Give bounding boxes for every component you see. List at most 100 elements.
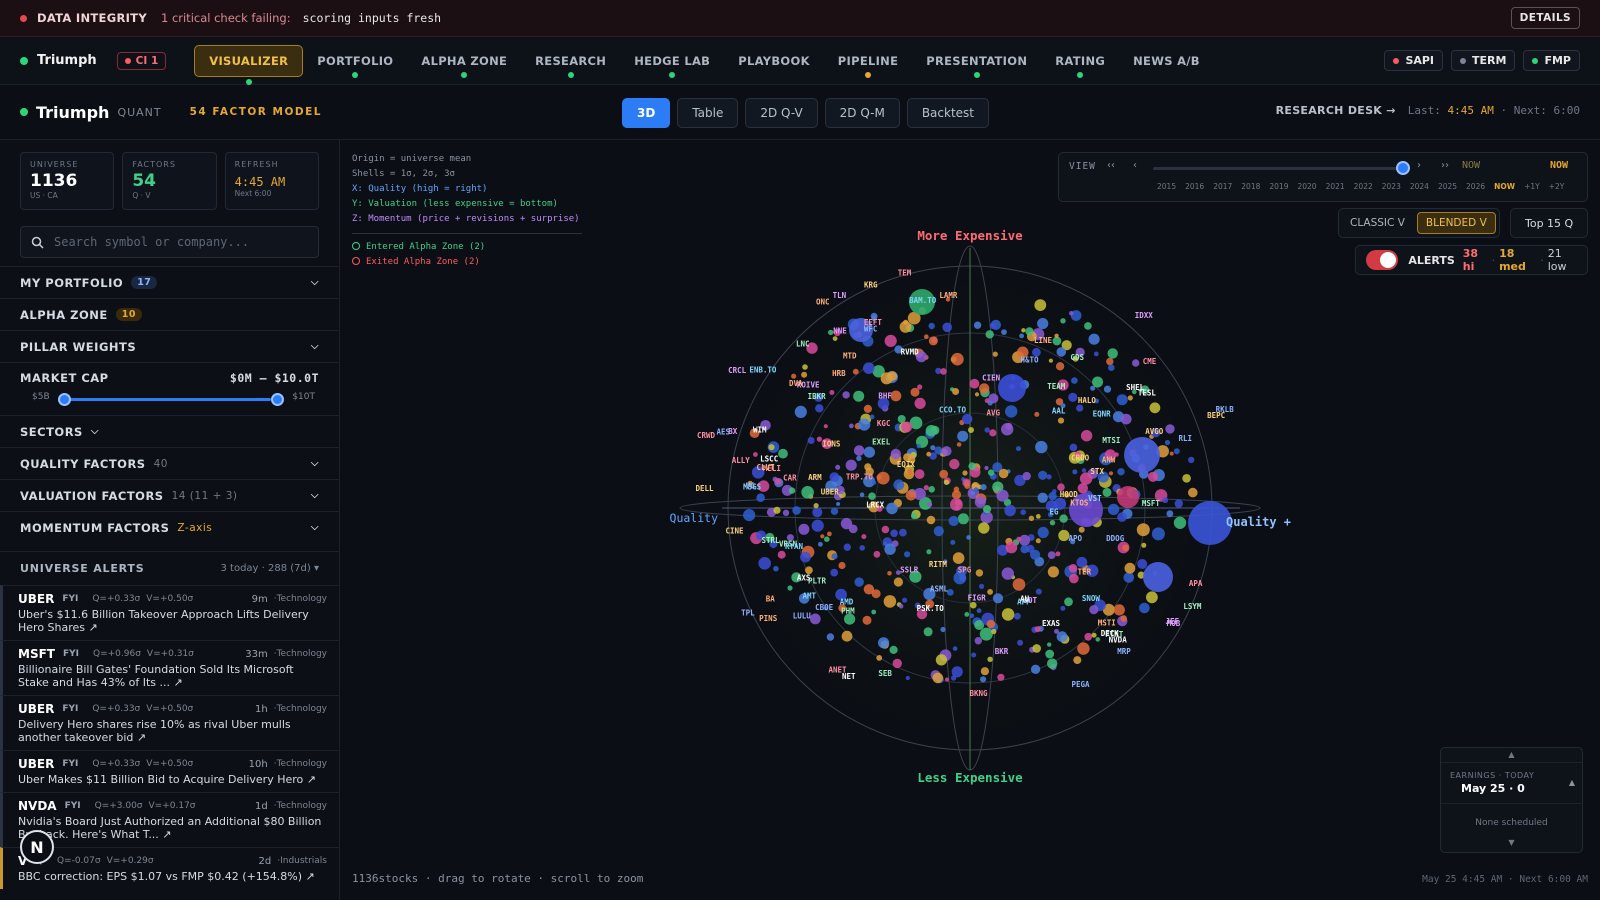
stock-bubble[interactable]	[743, 509, 756, 522]
stock-bubble[interactable]	[957, 513, 969, 525]
stock-bubble[interactable]	[989, 322, 997, 329]
stock-bubble[interactable]	[876, 655, 883, 661]
stock-bubble-large[interactable]	[1124, 437, 1160, 473]
stock-bubble[interactable]	[868, 492, 876, 501]
stock-bubble[interactable]	[1069, 311, 1074, 316]
stock-bubble[interactable]	[856, 455, 862, 461]
view-tab-3d[interactable]: 3D	[622, 98, 671, 128]
stock-bubble[interactable]	[835, 464, 841, 470]
stock-bubble[interactable]	[811, 519, 824, 532]
stock-bubble[interactable]	[974, 392, 980, 397]
stock-bubble[interactable]	[973, 321, 982, 329]
stock-bubble[interactable]	[899, 528, 907, 537]
stock-bubble[interactable]	[838, 561, 846, 570]
stock-bubble[interactable]	[1049, 520, 1056, 526]
stock-bubble[interactable]	[980, 676, 987, 683]
stock-bubble[interactable]	[1188, 456, 1195, 464]
stock-bubble[interactable]	[862, 615, 872, 625]
timeline-year[interactable]: 2026	[1466, 182, 1485, 191]
stock-bubble[interactable]	[758, 557, 771, 570]
stock-bubble[interactable]	[1124, 562, 1136, 574]
slider-track[interactable]	[64, 398, 271, 401]
stock-bubble[interactable]	[901, 421, 913, 433]
stock-bubble[interactable]	[987, 589, 993, 595]
fast-forward-button[interactable]: ››	[1441, 160, 1449, 171]
stock-bubble[interactable]	[753, 452, 758, 457]
stock-bubble[interactable]	[905, 490, 917, 501]
stock-bubble[interactable]	[951, 666, 963, 678]
stock-bubble[interactable]	[824, 536, 830, 542]
stock-bubble[interactable]	[820, 534, 825, 539]
tab-playbook[interactable]: PLAYBOOK	[724, 45, 824, 77]
stock-bubble[interactable]	[841, 630, 853, 642]
stock-bubble[interactable]	[863, 362, 875, 374]
stock-bubble[interactable]	[974, 496, 986, 508]
stock-bubble[interactable]	[1136, 523, 1150, 537]
stock-bubble[interactable]	[1141, 542, 1147, 548]
stock-bubble[interactable]	[1025, 327, 1034, 336]
stock-bubble[interactable]	[907, 468, 913, 475]
stock-bubble[interactable]	[892, 658, 902, 669]
stock-bubble[interactable]	[1081, 468, 1087, 473]
quality-factors-section[interactable]: QUALITY FACTORS 40 ⌵	[0, 447, 339, 479]
stock-bubble[interactable]	[940, 368, 947, 375]
stock-bubble[interactable]	[890, 529, 898, 538]
stock-bubble[interactable]	[794, 405, 807, 418]
ci-badge[interactable]: CI 1	[116, 51, 167, 70]
stock-bubble[interactable]	[1054, 628, 1059, 634]
stock-bubble[interactable]	[1093, 351, 1099, 357]
stock-bubble[interactable]	[1107, 503, 1120, 516]
tab-news-a-b[interactable]: NEWS A/B	[1119, 45, 1214, 77]
top-15-q-button[interactable]: Top 15 Q	[1510, 208, 1589, 238]
stock-bubble[interactable]	[883, 595, 897, 608]
stock-bubble[interactable]	[852, 368, 859, 375]
stock-bubble[interactable]	[845, 459, 857, 471]
stock-bubble[interactable]	[902, 597, 908, 603]
stock-bubble[interactable]	[1078, 526, 1085, 533]
stock-bubble[interactable]	[1022, 471, 1031, 481]
stock-bubble[interactable]	[1080, 430, 1093, 442]
alpha-zone-section[interactable]: ALPHA ZONE 10	[0, 298, 339, 330]
stock-bubble[interactable]	[840, 517, 853, 530]
stock-bubble[interactable]	[836, 502, 841, 506]
stock-bubble[interactable]	[782, 509, 790, 516]
stock-bubble[interactable]	[950, 498, 963, 511]
stock-bubble[interactable]	[843, 543, 851, 551]
scroll-up-icon[interactable]: ▲	[1441, 748, 1582, 762]
stock-bubble[interactable]	[853, 445, 865, 456]
stock-bubble[interactable]	[966, 535, 971, 540]
stock-bubble[interactable]	[887, 571, 892, 576]
stock-bubble[interactable]	[893, 479, 905, 491]
stock-bubble[interactable]	[1122, 544, 1129, 552]
stock-bubble[interactable]	[830, 507, 839, 515]
news-item[interactable]: MSFT FYI Q=+0.96σ V=+0.31σ 33m · Technology Bi…	[0, 640, 339, 695]
timeline-year[interactable]: 2015	[1157, 182, 1176, 191]
scroll-down-icon[interactable]: ▼	[1441, 836, 1582, 850]
sectors-section[interactable]: SECTORS ⌵	[0, 415, 339, 447]
research-desk-link[interactable]: RESEARCH DESK →	[1276, 104, 1396, 117]
stock-bubble[interactable]	[884, 543, 896, 555]
service-fmp[interactable]: FMP	[1523, 50, 1580, 71]
stock-bubble[interactable]	[1047, 551, 1056, 559]
stock-bubble[interactable]	[818, 541, 823, 547]
stock-bubble[interactable]	[798, 523, 810, 535]
stock-bubble[interactable]	[983, 505, 992, 514]
stock-bubble[interactable]	[854, 577, 864, 587]
stock-bubble-large[interactable]	[998, 374, 1026, 402]
stock-bubble[interactable]	[964, 612, 970, 617]
timeline-year[interactable]: 2016	[1185, 182, 1204, 191]
stock-bubble[interactable]	[1059, 514, 1068, 523]
stock-bubble[interactable]	[1037, 526, 1049, 539]
stock-bubble[interactable]	[941, 446, 952, 457]
stock-bubble[interactable]	[924, 334, 929, 339]
stock-bubble[interactable]	[1020, 545, 1029, 554]
stock-bubble[interactable]	[886, 502, 898, 515]
stock-bubble[interactable]	[933, 526, 944, 537]
tab-presentation[interactable]: PRESENTATION	[912, 45, 1041, 78]
stock-bubble[interactable]	[871, 609, 877, 615]
stock-bubble[interactable]	[1077, 642, 1090, 655]
stock-bubble[interactable]	[815, 404, 824, 413]
stock-bubble[interactable]	[1035, 440, 1048, 454]
stock-bubble[interactable]	[800, 551, 811, 563]
stock-bubble[interactable]	[1060, 318, 1066, 324]
